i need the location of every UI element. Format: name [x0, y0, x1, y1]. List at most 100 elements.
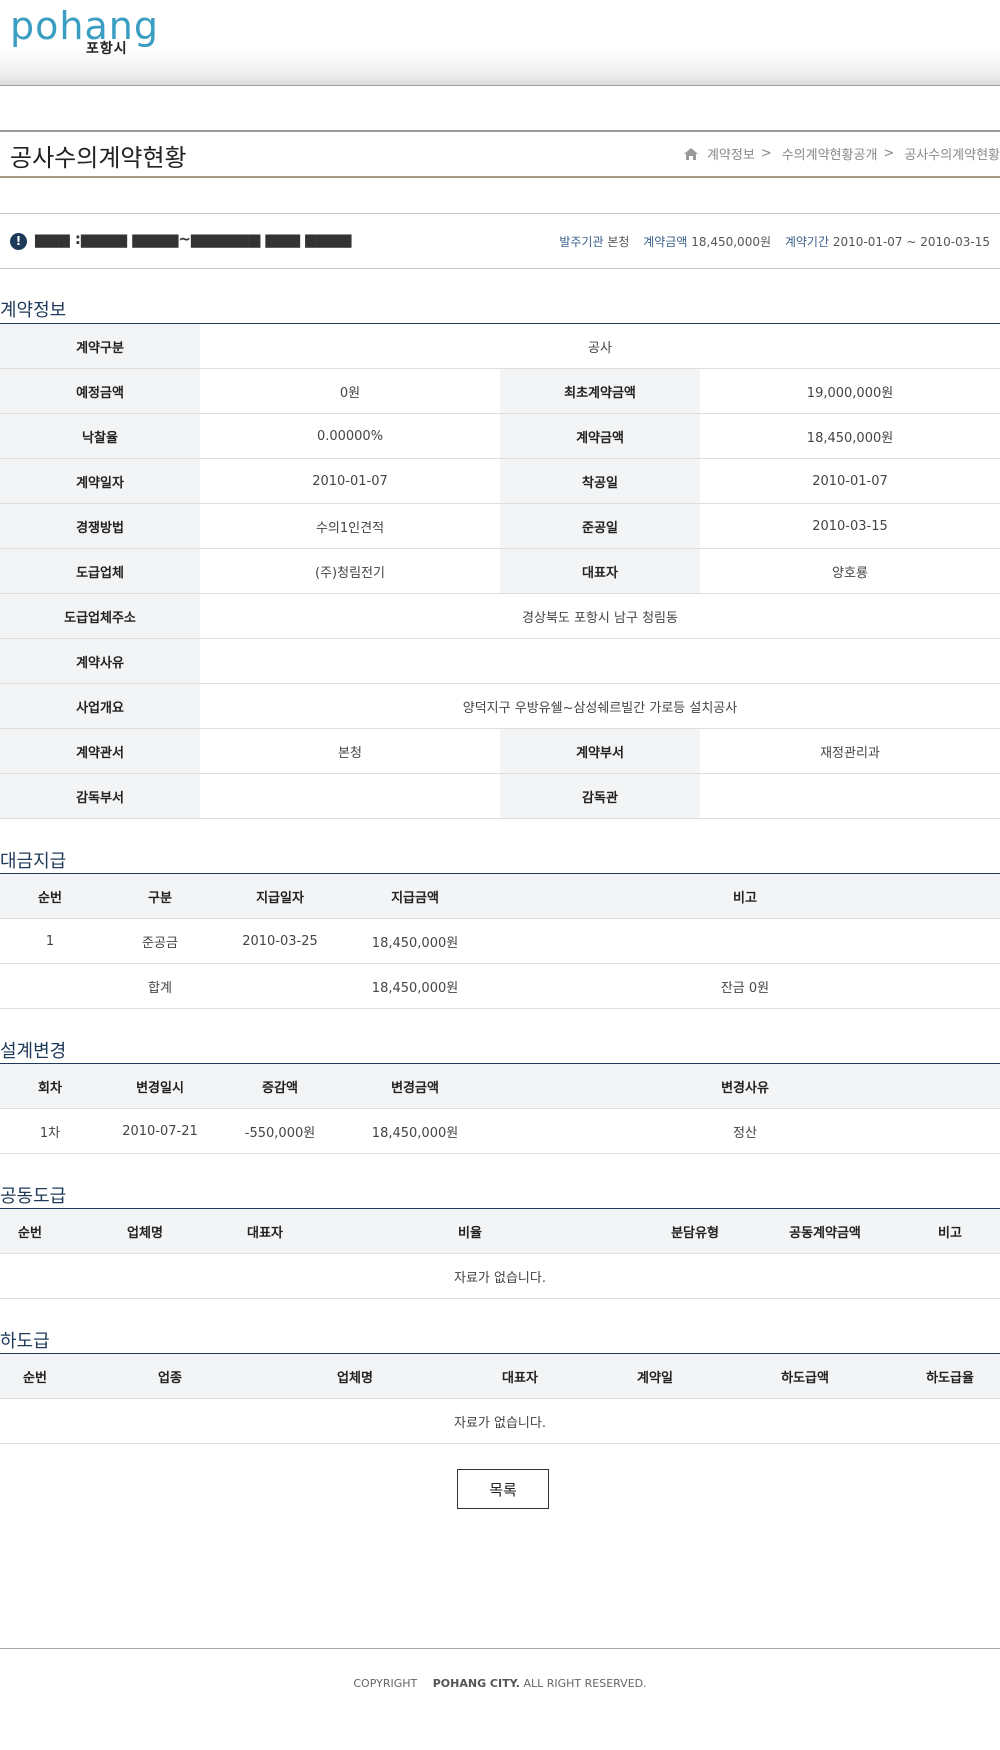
subcontract-heading: 하도급 — [0, 1331, 50, 1352]
cell-date: 2010-07-21 — [100, 1108, 220, 1154]
label-bid-rate: 낙찰율 — [0, 413, 200, 459]
column-header: 대표자 — [440, 1353, 600, 1399]
value-contract-office: 본청 — [200, 728, 500, 774]
value-contract-department: 재정관리과 — [700, 728, 1000, 774]
value-contract-type: 공사 — [200, 323, 1000, 369]
cell-type: 준공금 — [100, 918, 220, 964]
table-row: 1 준공금 2010-03-25 18,450,000원 — [0, 918, 1000, 964]
contract-info-table: 계약구분 공사 예정금액 0원 최초계약금액 19,000,000원 낙찰율 0… — [0, 323, 1000, 819]
table-row: 도급업체주소 경상북도 포항시 남구 청림동 — [0, 593, 1000, 639]
cell-reason: 정산 — [490, 1108, 1000, 1154]
label-contractor: 도급업체 — [0, 548, 200, 594]
copyright-label: COPYRIGHT — [353, 1677, 418, 1690]
cell-round: 1차 — [0, 1108, 100, 1154]
joint-contract-table: 순번 업체명 대표자 비율 분담유형 공동계약금액 비고 자료가 없습니다. — [0, 1208, 1000, 1299]
column-header: 변경일시 — [100, 1063, 220, 1109]
value-start-date: 2010-01-07 — [700, 458, 1000, 504]
cell-note — [490, 918, 1000, 964]
value-supervisor — [700, 773, 1000, 819]
balance: 잔금 0원 — [490, 963, 1000, 1009]
page-title: 공사수의계약현황 — [10, 144, 187, 172]
label-first-contract-amount: 최초계약금액 — [500, 368, 700, 414]
breadcrumb-item-contract-info[interactable]: 계약정보 — [707, 144, 755, 163]
table-row: 사업개요 양덕지구 우방유쉘~삼성쉐르빌간 가로등 설치공사 — [0, 683, 1000, 729]
value-project-overview: 양덕지구 우방유쉘~삼성쉐르빌간 가로등 설치공사 — [200, 683, 1000, 729]
cell-amount: 18,450,000원 — [340, 918, 490, 964]
contract-title: ▆▆▆ :▆▆▆▆ ▆▆▆▆~▆▆▆▆▆▆ ▆▆▆ ▆▆▆▆ — [35, 230, 352, 248]
column-header: 공동계약금액 — [750, 1208, 900, 1254]
column-header: 비고 — [490, 873, 1000, 919]
column-header: 업종 — [70, 1353, 270, 1399]
table-row: 계약구분 공사 — [0, 323, 1000, 369]
column-header: 대표자 — [230, 1208, 300, 1254]
contract-info-heading: 계약정보 — [0, 300, 67, 321]
label-competition-method: 경쟁방법 — [0, 503, 200, 549]
value-contract-amount: 18,450,000원 — [700, 413, 1000, 459]
table-row: 도급업체 (주)청림전기 대표자 양호룡 — [0, 548, 1000, 594]
column-header: 계약일 — [600, 1353, 710, 1399]
value-representative: 양호룡 — [700, 548, 1000, 594]
label-completion-date: 준공일 — [500, 503, 700, 549]
empty-message: 자료가 없습니다. — [0, 1398, 1000, 1444]
column-header: 하도급액 — [710, 1353, 900, 1399]
list-button[interactable]: 목록 — [457, 1469, 549, 1509]
breadcrumb-item-current[interactable]: 공사수의계약현황 — [904, 144, 1000, 163]
table-header-row: 순번 구분 지급일자 지급금액 비고 — [0, 873, 1000, 919]
column-header: 지급일자 — [220, 873, 340, 919]
joint-contract-heading: 공동도급 — [0, 1186, 67, 1207]
org-label: 발주기관 — [559, 235, 604, 249]
column-header: 증감액 — [220, 1063, 340, 1109]
summary-meta: 발주기관 본청 계약금액 18,450,000원 계약기간 2010-01-07… — [549, 233, 990, 250]
table-header-row: 순번 업종 업체명 대표자 계약일 하도급액 하도급율 — [0, 1353, 1000, 1399]
label-supervising-department: 감독부서 — [0, 773, 200, 819]
home-icon[interactable] — [683, 147, 699, 161]
value-contract-reason — [200, 638, 1000, 684]
column-header: 순번 — [0, 1208, 60, 1254]
table-row: 낙찰율 0.00000% 계약금액 18,450,000원 — [0, 413, 1000, 459]
copyright-owner: POHANG CITY. — [432, 1677, 520, 1690]
value-first-contract-amount: 19,000,000원 — [700, 368, 1000, 414]
label-contract-reason: 계약사유 — [0, 638, 200, 684]
design-change-table: 회차 변경일시 증감액 변경금액 변경사유 1차 2010-07-21 -550… — [0, 1063, 1000, 1154]
label-contract-amount: 계약금액 — [500, 413, 700, 459]
table-row: 예정금액 0원 최초계약금액 19,000,000원 — [0, 368, 1000, 414]
logo-korean-text: 포항시 — [86, 41, 128, 57]
column-header: 분담유형 — [640, 1208, 750, 1254]
label-start-date: 착공일 — [500, 458, 700, 504]
breadcrumb-separator: > — [883, 146, 895, 161]
total-amount: 18,450,000원 — [340, 963, 490, 1009]
table-row: 1차 2010-07-21 -550,000원 18,450,000원 정산 — [0, 1108, 1000, 1154]
empty-message: 자료가 없습니다. — [0, 1253, 1000, 1299]
table-row: 감독부서 감독관 — [0, 773, 1000, 819]
label-supervisor: 감독관 — [500, 773, 700, 819]
label-contractor-address: 도급업체주소 — [0, 593, 200, 639]
table-row: 계약사유 — [0, 638, 1000, 684]
label-estimated-amount: 예정금액 — [0, 368, 200, 414]
column-header: 순번 — [0, 873, 100, 919]
column-header: 변경금액 — [340, 1063, 490, 1109]
value-estimated-amount: 0원 — [200, 368, 500, 414]
payment-heading: 대금지급 — [0, 851, 67, 872]
total-label-cell: 합계 — [0, 963, 220, 1009]
label-project-overview: 사업개요 — [0, 683, 200, 729]
label-contract-date: 계약일자 — [0, 458, 200, 504]
cell-empty — [220, 963, 340, 1009]
total-label: 합계 — [148, 980, 172, 996]
table-row: 자료가 없습니다. — [0, 1398, 1000, 1444]
org-value: 본청 — [607, 235, 630, 249]
value-completion-date: 2010-03-15 — [700, 503, 1000, 549]
value-supervising-department — [200, 773, 500, 819]
breadcrumb-item-private-contract[interactable]: 수의계약현황공개 — [782, 144, 878, 163]
design-change-heading: 설계변경 — [0, 1041, 67, 1062]
period-value: 2010-01-07 ~ 2010-03-15 — [832, 235, 990, 249]
column-header: 변경사유 — [490, 1063, 1000, 1109]
amount-label: 계약금액 — [643, 235, 688, 249]
column-header: 업체명 — [60, 1208, 230, 1254]
value-contractor-address: 경상북도 포항시 남구 청림동 — [200, 593, 1000, 639]
breadcrumb-separator: > — [760, 146, 772, 161]
column-header: 지급금액 — [340, 873, 490, 919]
payment-table: 순번 구분 지급일자 지급금액 비고 1 준공금 2010-03-25 18,4… — [0, 873, 1000, 1009]
pohang-logo[interactable]: pohang 포항시 — [10, 4, 158, 57]
label-contract-department: 계약부서 — [500, 728, 700, 774]
column-header: 구분 — [100, 873, 220, 919]
